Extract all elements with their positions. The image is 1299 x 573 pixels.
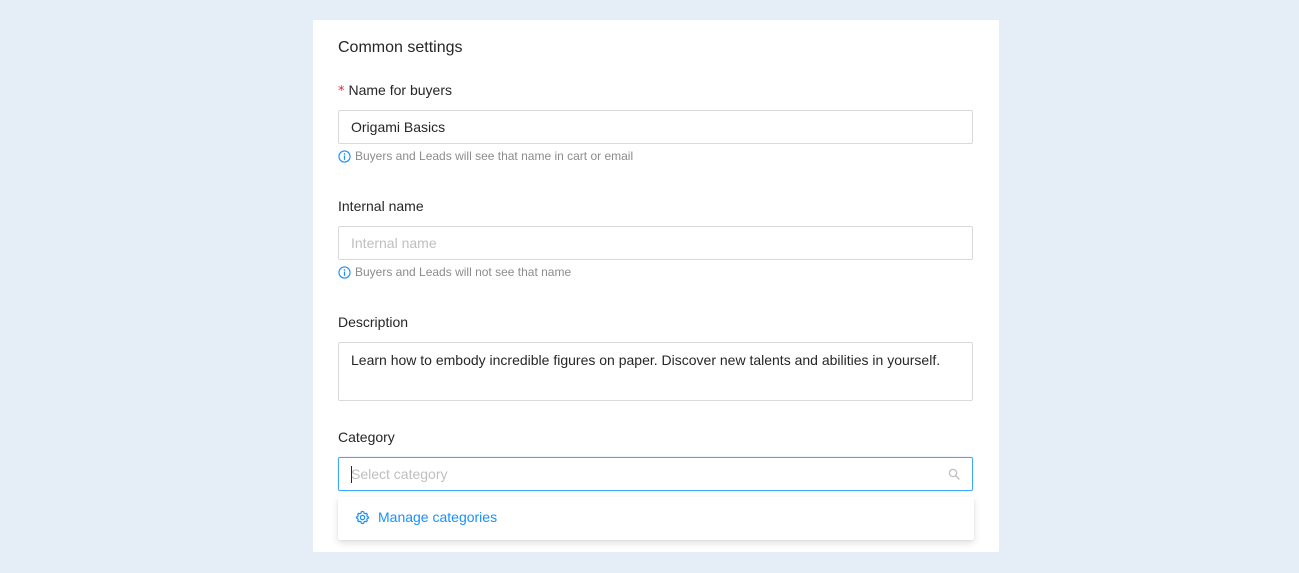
internal-name-hint-text: Buyers and Leads will not see that name: [355, 265, 572, 279]
info-icon: [338, 149, 351, 163]
required-mark: *: [338, 84, 345, 99]
common-settings-panel: Common settings *Name for buyers Buyers …: [313, 20, 999, 552]
name-for-buyers-input[interactable]: [338, 110, 973, 144]
section-title: Common settings: [338, 39, 463, 56]
text-cursor: [351, 466, 352, 483]
name-for-buyers-label-text: Name for buyers: [348, 82, 452, 98]
category-select[interactable]: [338, 457, 973, 491]
category-dropdown: Manage categories: [338, 497, 974, 540]
internal-name-input[interactable]: [338, 226, 973, 260]
internal-name-hint: Buyers and Leads will not see that name: [338, 265, 571, 279]
category-label: Category: [338, 429, 395, 445]
name-for-buyers-label: * Name for buyers: [338, 82, 452, 99]
description-label: Description: [338, 314, 409, 330]
description-textarea[interactable]: Learn how to embody incredible figures o…: [338, 342, 973, 401]
name-for-buyers-hint: Buyers and Leads will see that name in c…: [338, 149, 633, 163]
manage-categories-item[interactable]: Manage categories: [355, 509, 497, 525]
internal-name-label: Internal name: [338, 198, 424, 214]
info-icon: [338, 265, 351, 279]
name-for-buyers-hint-text: Buyers and Leads will see that name in c…: [355, 149, 634, 163]
manage-categories-label: Manage categories: [378, 509, 498, 525]
search-icon: [948, 468, 960, 480]
category-search-input[interactable]: [351, 458, 931, 490]
gear-icon: [355, 510, 370, 524]
